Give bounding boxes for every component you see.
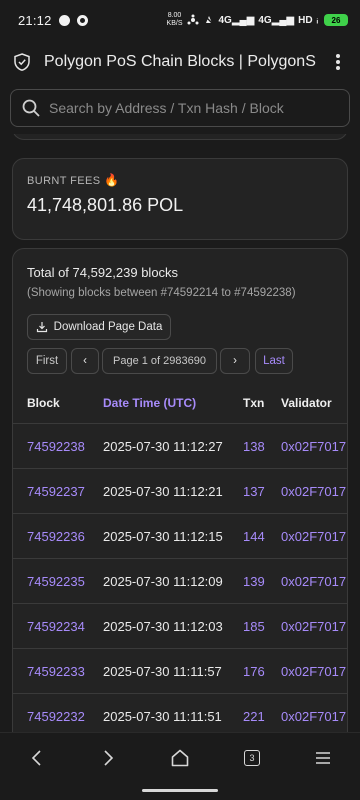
page-content[interactable]: BURNT FEES 🔥 41,748,801.86 POL Total of …: [0, 134, 360, 732]
home-icon: [171, 749, 189, 767]
chat-notification-icon: [58, 14, 70, 26]
alarm-off-icon: [204, 15, 213, 25]
table-row: 74592235 2025-07-30 11:12:09 139 0x02F70…: [13, 558, 347, 603]
fire-icon: 🔥: [103, 173, 120, 187]
status-left: 21:12: [18, 13, 88, 28]
speed-value: 8.00: [167, 12, 182, 19]
header-date-time[interactable]: Date Time (UTC): [103, 396, 243, 410]
header-validator: Validator: [281, 396, 332, 410]
tab-count: 3: [249, 753, 255, 763]
blocks-card: Total of 74,592,239 blocks (Showing bloc…: [12, 248, 348, 732]
battery-level: 26: [331, 15, 341, 25]
more-menu-icon[interactable]: [328, 52, 348, 72]
header-txn: Txn: [243, 396, 265, 410]
page-title: Polygon PoS Chain Blocks | PolygonScan: [44, 53, 316, 70]
vibrate-icon: [187, 14, 198, 25]
download-icon: [36, 322, 47, 333]
hd-indicator: HD: [298, 14, 313, 26]
block-datetime: 2025-07-30 11:11:57: [103, 663, 222, 679]
table-row: 74592234 2025-07-30 11:12:03 185 0x02F70…: [13, 603, 347, 648]
app-notification-icon: [76, 14, 88, 26]
download-page-data-button[interactable]: Download Page Data: [27, 314, 171, 340]
table-header: Block Date Time (UTC) Txn Validator: [13, 383, 347, 423]
txn-count-link[interactable]: 144: [243, 529, 281, 544]
table-row: 74592237 2025-07-30 11:12:21 137 0x02F70…: [13, 468, 347, 513]
battery-icon: 26: [324, 14, 348, 26]
block-number-link[interactable]: 74592232: [13, 709, 103, 724]
download-label: Download Page Data: [53, 321, 163, 333]
status-right: 8.00 KB/S 4G▂▄▆ 4G▂▄▆ HD ᵢ 26: [167, 12, 348, 28]
tabs-icon: 3: [244, 750, 260, 766]
hd-slot: ᵢ: [316, 14, 318, 26]
last-page-button[interactable]: Last: [255, 348, 293, 374]
back-button[interactable]: [22, 743, 52, 773]
page-indicator: Page 1 of 2983690: [102, 348, 217, 374]
block-datetime: 2025-07-30 11:12:15: [103, 528, 223, 544]
block-datetime: 2025-07-30 11:11:51: [103, 708, 222, 724]
prev-page-button[interactable]: ‹: [71, 348, 99, 374]
navigation-bar: 3: [0, 732, 360, 800]
total-blocks: Total of 74,592,239 blocks: [27, 265, 179, 280]
status-time: 21:12: [18, 12, 52, 28]
signal-1-label: 4G: [218, 14, 232, 26]
block-number-link[interactable]: 74592237: [13, 484, 103, 499]
txn-count-link[interactable]: 138: [243, 439, 281, 454]
forward-icon: [104, 750, 114, 766]
burnt-fees-label: BURNT FEES 🔥: [27, 173, 333, 187]
block-number-link[interactable]: 74592233: [13, 664, 103, 679]
first-page-button[interactable]: First: [27, 348, 67, 374]
previous-card-bottom: [12, 134, 348, 140]
back-icon: [31, 750, 41, 766]
validator-link[interactable]: 0x02F7017: [281, 439, 347, 454]
table-row: 74592232 2025-07-30 11:11:51 221 0x02F70…: [13, 693, 347, 732]
block-datetime: 2025-07-30 11:12:27: [103, 438, 223, 454]
table-row: 74592238 2025-07-30 11:12:27 138 0x02F70…: [13, 423, 347, 468]
txn-count-link[interactable]: 139: [243, 574, 281, 589]
menu-button[interactable]: [308, 743, 338, 773]
home-indicator[interactable]: [142, 789, 218, 792]
search-icon: [22, 99, 40, 117]
next-page-button[interactable]: ›: [220, 348, 250, 374]
txn-count-link[interactable]: 185: [243, 619, 281, 634]
block-datetime: 2025-07-30 11:12:09: [103, 573, 223, 589]
validator-link[interactable]: 0x02F7017: [281, 664, 347, 679]
table-row: 74592236 2025-07-30 11:12:15 144 0x02F70…: [13, 513, 347, 558]
txn-count-link[interactable]: 137: [243, 484, 281, 499]
burnt-fees-card: BURNT FEES 🔥 41,748,801.86 POL: [12, 158, 348, 240]
speed-unit: KB/S: [166, 20, 183, 27]
burnt-fees-value: 41,748,801.86 POL: [27, 195, 184, 215]
block-datetime: 2025-07-30 11:12:03: [103, 618, 223, 634]
validator-link[interactable]: 0x02F7017: [281, 709, 347, 724]
validator-link[interactable]: 0x02F7017: [281, 574, 347, 589]
validator-link[interactable]: 0x02F7017: [281, 619, 347, 634]
forward-button[interactable]: [93, 743, 123, 773]
block-number-link[interactable]: 74592234: [13, 619, 103, 634]
block-number-link[interactable]: 74592238: [13, 439, 103, 454]
home-button[interactable]: [165, 743, 195, 773]
signal-2-label: 4G: [258, 14, 272, 26]
status-bar: 21:12 8.00 KB/S 4G▂▄▆ 4G▂▄▆ HD ᵢ 26: [0, 0, 360, 40]
browser-title-bar: Polygon PoS Chain Blocks | PolygonScan: [0, 40, 360, 84]
block-number-link[interactable]: 74592235: [13, 574, 103, 589]
validator-link[interactable]: 0x02F7017: [281, 529, 347, 544]
hamburger-icon: [316, 752, 330, 764]
txn-count-link[interactable]: 176: [243, 664, 281, 679]
showing-range: (Showing blocks between #74592214 to #74…: [27, 287, 296, 299]
signal-1: 4G▂▄▆: [218, 14, 255, 26]
table-row: 74592233 2025-07-30 11:11:57 176 0x02F70…: [13, 648, 347, 693]
block-datetime: 2025-07-30 11:12:21: [103, 483, 223, 499]
header-block: Block: [27, 396, 60, 410]
block-number-link[interactable]: 74592236: [13, 529, 103, 544]
tabs-button[interactable]: 3: [237, 743, 267, 773]
shield-icon[interactable]: [12, 52, 32, 72]
blocks-table: Block Date Time (UTC) Txn Validator 7459…: [13, 383, 347, 732]
txn-count-link[interactable]: 221: [243, 709, 281, 724]
burnt-fees-label-text: BURNT FEES: [27, 175, 101, 187]
validator-link[interactable]: 0x02F7017: [281, 484, 347, 499]
signal-2: 4G▂▄▆: [258, 14, 295, 26]
search-box[interactable]: [10, 89, 350, 127]
network-speed: 8.00 KB/S: [167, 12, 183, 28]
search-input[interactable]: [49, 100, 339, 116]
